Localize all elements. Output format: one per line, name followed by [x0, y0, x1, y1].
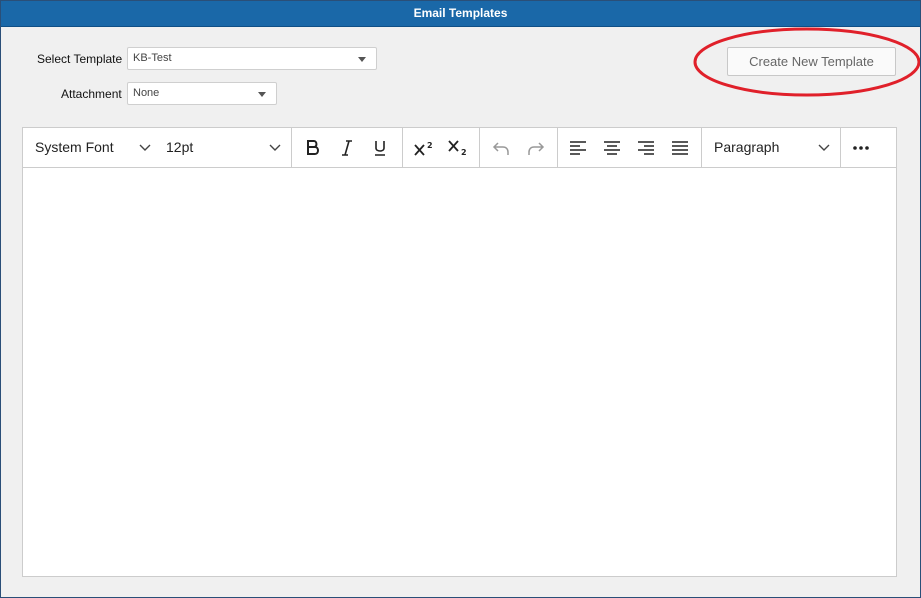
superscript-button[interactable]: 2: [411, 135, 437, 161]
align-center-button[interactable]: [599, 135, 625, 161]
align-left-icon: [570, 141, 586, 155]
align-justify-icon: [672, 141, 688, 155]
italic-icon: [342, 140, 352, 156]
redo-button[interactable]: [523, 135, 549, 161]
italic-button[interactable]: [334, 135, 360, 161]
select-template-label: Select Template: [37, 52, 123, 66]
align-right-icon: [638, 141, 654, 155]
align-justify-button[interactable]: [667, 135, 693, 161]
font-size-dropdown[interactable]: 12pt: [166, 128, 284, 167]
chevron-down-icon: [258, 92, 266, 97]
superscript-icon: 2: [414, 141, 433, 156]
email-templates-window: Email Templates Select Template KB-Test …: [0, 0, 921, 598]
undo-icon: [492, 142, 509, 155]
underline-button[interactable]: [367, 135, 393, 161]
select-template-dropdown[interactable]: KB-Test: [127, 47, 377, 70]
attachment-value: None: [133, 87, 160, 99]
font-family-value: System Font: [35, 139, 114, 155]
more-icon: [853, 146, 869, 150]
bold-icon: [307, 140, 319, 155]
svg-text:2: 2: [427, 141, 433, 150]
align-right-button[interactable]: [633, 135, 659, 161]
chevron-down-icon: [269, 144, 281, 151]
more-options-button[interactable]: [848, 135, 874, 161]
create-new-template-button[interactable]: Create New Template: [727, 47, 896, 76]
bold-button[interactable]: [300, 135, 326, 161]
svg-text:2: 2: [461, 148, 467, 157]
window-title: Email Templates: [1, 1, 920, 27]
font-size-value: 12pt: [166, 139, 194, 155]
underline-icon: [375, 141, 385, 156]
chevron-down-icon: [358, 57, 366, 62]
attachment-dropdown[interactable]: None: [127, 82, 277, 105]
subscript-icon: 2: [448, 140, 467, 157]
editor-content-area[interactable]: [23, 168, 896, 576]
subscript-button[interactable]: 2: [445, 135, 471, 161]
rich-text-editor: System Font 12pt 2 2 Paragraph: [22, 127, 897, 577]
block-format-dropdown[interactable]: Paragraph: [714, 128, 832, 167]
select-template-value: KB-Test: [133, 52, 172, 64]
chevron-down-icon: [818, 144, 830, 151]
editor-toolbar: System Font 12pt 2 2 Paragraph: [23, 128, 896, 168]
align-center-icon: [604, 141, 620, 155]
undo-button[interactable]: [488, 135, 514, 161]
attachment-label: Attachment: [61, 87, 122, 101]
block-format-value: Paragraph: [714, 139, 780, 155]
font-family-dropdown[interactable]: System Font: [35, 128, 161, 167]
chevron-down-icon: [139, 144, 151, 151]
align-left-button[interactable]: [565, 135, 591, 161]
redo-icon: [528, 142, 545, 155]
